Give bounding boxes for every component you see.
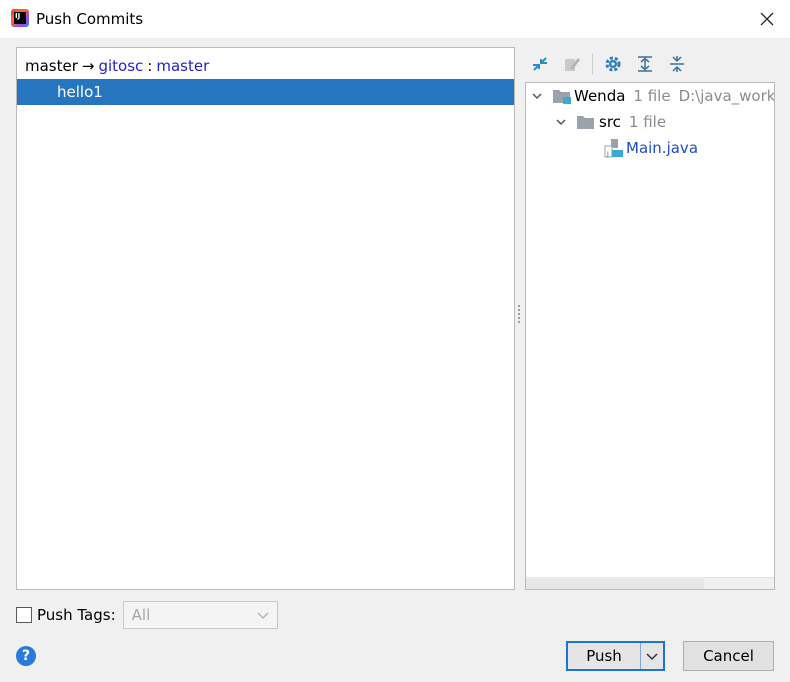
tags-select-value: All — [131, 606, 151, 624]
title-bar: IJ Push Commits — [0, 0, 790, 38]
java-file-icon: J — [604, 139, 623, 158]
module-folder-icon — [553, 90, 571, 104]
module-file-count: 1 file — [633, 87, 671, 105]
push-options-dropdown[interactable] — [641, 643, 663, 669]
branch-row[interactable]: master → gitosc : master — [17, 53, 514, 79]
module-name: Wenda — [574, 87, 626, 105]
show-diff-button[interactable] — [526, 50, 554, 78]
settings-button[interactable] — [599, 50, 627, 78]
push-button-group[interactable]: Push — [566, 641, 665, 671]
horizontal-scrollbar[interactable] — [526, 577, 774, 589]
changes-toolbar — [526, 50, 695, 78]
window-title: Push Commits — [36, 10, 144, 28]
chevron-down-icon[interactable] — [554, 115, 568, 129]
commit-row[interactable]: hello1 — [17, 79, 514, 105]
close-button[interactable] — [744, 0, 790, 38]
remote-separator: : — [147, 57, 153, 75]
chevron-down-icon — [257, 612, 269, 620]
module-path: D:\java_works — [678, 87, 775, 105]
collapse-all-icon — [670, 56, 684, 72]
edit-source-button[interactable] — [558, 50, 586, 78]
collapse-all-button[interactable] — [663, 50, 691, 78]
file-name: Main.java — [626, 139, 699, 157]
remote-name-link[interactable]: gitosc — [98, 57, 143, 75]
tree-node-module[interactable]: Wenda 1 file D:\java_works — [530, 84, 775, 108]
edit-source-icon — [565, 58, 580, 71]
toolbar-separator — [592, 53, 593, 75]
panel-splitter[interactable] — [517, 305, 521, 325]
local-branch: master — [25, 57, 78, 75]
settings-gear-icon — [605, 56, 621, 72]
expand-all-button[interactable] — [631, 50, 659, 78]
push-tags-checkbox[interactable] — [16, 607, 32, 623]
close-icon — [760, 12, 774, 26]
help-icon[interactable]: ? — [16, 646, 36, 666]
app-icon-text: IJ — [14, 12, 26, 24]
tags-select[interactable]: All — [122, 601, 278, 629]
folder-name: src — [599, 113, 621, 131]
tree-node-folder[interactable]: src 1 file — [554, 110, 666, 134]
folder-icon — [577, 116, 594, 129]
folder-file-count: 1 file — [628, 113, 667, 131]
tree-node-file[interactable]: J Main.java — [604, 136, 698, 160]
push-arrow: → — [81, 57, 95, 75]
expand-diff-icon — [533, 57, 547, 71]
push-button[interactable]: Push — [568, 643, 641, 669]
remote-branch-link[interactable]: master — [156, 57, 209, 75]
push-tags-label[interactable]: Push Tags: — [37, 606, 116, 624]
scrollbar-thumb[interactable] — [526, 579, 704, 589]
expand-all-icon — [638, 56, 652, 72]
intellij-idea-icon: IJ — [11, 9, 29, 27]
commit-message: hello1 — [57, 83, 103, 101]
chevron-down-icon[interactable] — [530, 89, 544, 103]
cancel-button[interactable]: Cancel — [683, 641, 774, 671]
push-tags-row: Push Tags: All — [16, 601, 278, 629]
svg-text:J: J — [606, 151, 609, 158]
chevron-down-icon — [646, 653, 658, 661]
changes-tree[interactable]: Wenda 1 file D:\java_works src 1 file J … — [525, 82, 775, 590]
commits-panel[interactable]: master → gitosc : master hello1 — [16, 47, 515, 590]
